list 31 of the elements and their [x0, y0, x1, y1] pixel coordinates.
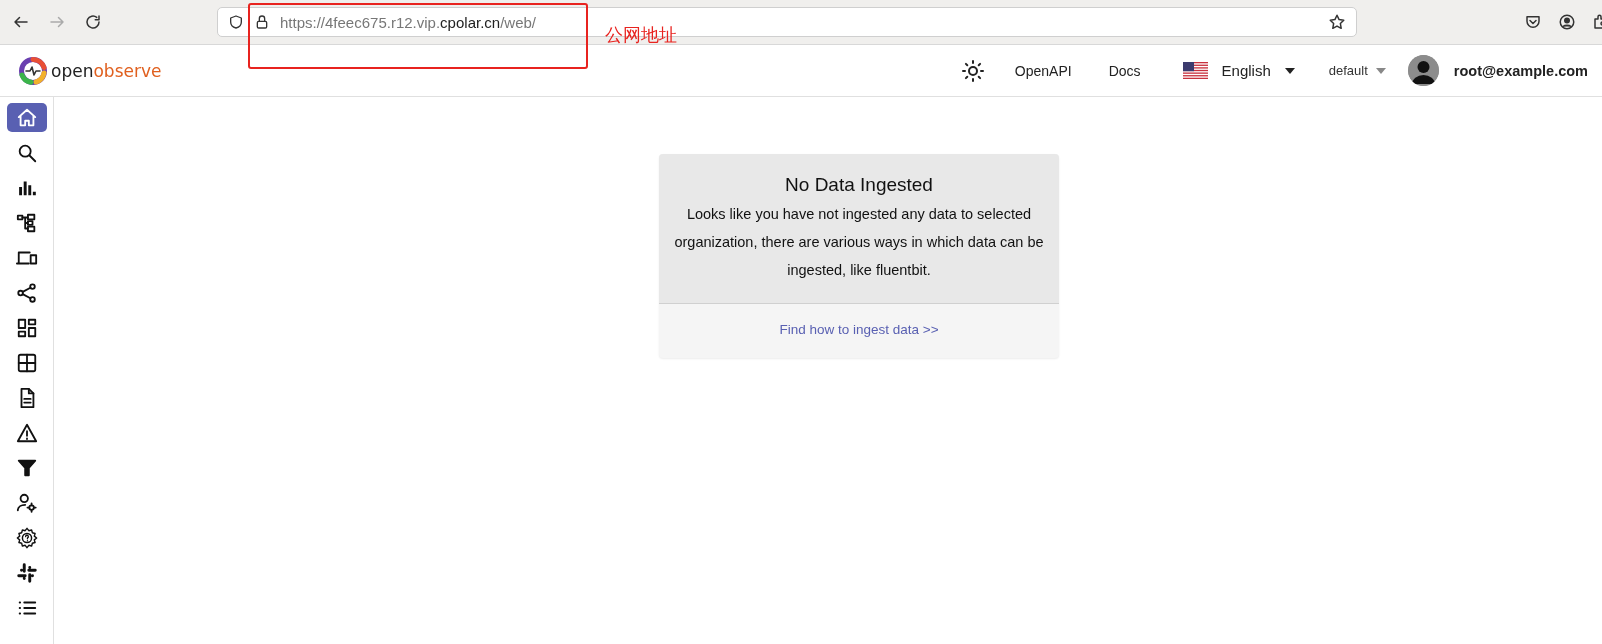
organization-selector[interactable]: default	[1328, 63, 1386, 78]
reload-icon[interactable]	[84, 13, 102, 31]
hierarchy-icon	[15, 211, 38, 234]
logo-icon	[18, 55, 48, 86]
user-email[interactable]: root@example.com	[1453, 62, 1588, 79]
shield-icon	[228, 14, 244, 30]
language-selector[interactable]: English	[1182, 62, 1295, 79]
flag-icon	[1182, 62, 1208, 79]
card-title: No Data Ingested	[784, 174, 934, 196]
card-message: Looks like you have not ingested any data to selected organization, there are various ways in which data can be ingested, like fluentbit.	[673, 205, 1045, 280]
dashboard-icon	[15, 316, 38, 339]
ingest-data-link[interactable]: Find how to ingest data >>	[779, 322, 939, 337]
pinwheel-icon	[15, 561, 38, 584]
home-icon	[15, 106, 38, 129]
caret-icon	[1284, 67, 1295, 74]
user-gear-icon	[15, 491, 38, 514]
sun-icon[interactable]	[960, 58, 985, 83]
help-gear-icon	[15, 526, 38, 549]
openapi-link[interactable]: OpenAPI	[1014, 62, 1072, 79]
logo-text: openobserve	[51, 60, 162, 81]
lock-icon	[254, 14, 270, 30]
avatar-icon[interactable]	[1407, 55, 1439, 86]
share-icon	[15, 281, 38, 304]
pocket-icon[interactable]	[1524, 13, 1542, 31]
warning-icon	[15, 421, 38, 444]
grid-icon	[15, 351, 38, 374]
docs-link[interactable]: Docs	[1108, 62, 1141, 79]
url-text: https://4feec675.r12.vip.cpolar.cn/web/	[280, 13, 537, 31]
account-icon[interactable]	[1558, 13, 1576, 31]
star-icon[interactable]	[1328, 13, 1346, 31]
caret-icon	[1375, 67, 1386, 74]
